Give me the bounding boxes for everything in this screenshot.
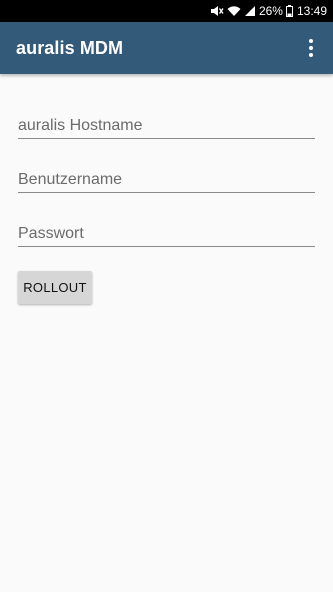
username-field-container <box>18 154 315 193</box>
username-input[interactable] <box>18 171 315 191</box>
wifi-icon <box>227 5 241 17</box>
overflow-menu-button[interactable] <box>295 32 327 64</box>
app-bar: auralis MDM <box>0 22 333 74</box>
password-field-container <box>18 208 315 247</box>
app-title: auralis MDM <box>16 37 124 58</box>
signal-icon <box>244 5 256 17</box>
mute-icon <box>210 5 224 17</box>
hostname-field-container <box>18 100 315 139</box>
status-bar: 26% 13:49 <box>0 0 333 22</box>
hostname-input[interactable] <box>18 117 315 137</box>
status-clock: 13:49 <box>296 4 327 18</box>
battery-percent: 26% <box>258 4 283 18</box>
overflow-menu-icon <box>309 39 313 57</box>
battery-icon <box>285 5 293 17</box>
password-input[interactable] <box>18 225 315 245</box>
rollout-button[interactable]: ROLLOUT <box>18 271 92 304</box>
login-form <box>18 100 315 262</box>
